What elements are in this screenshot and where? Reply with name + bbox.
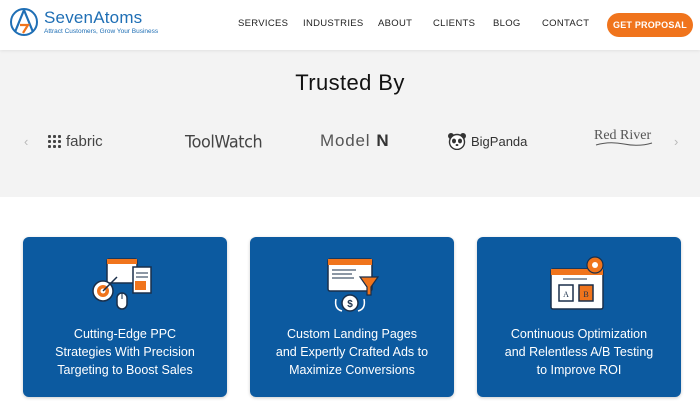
logo-name: SevenAtoms <box>44 7 143 27</box>
service-card-landing-pages-text: Custom Landing Pages and Expertly Crafte… <box>275 327 429 377</box>
logo[interactable]: SevenAtoms Attract Customers, Grow Your … <box>8 6 158 38</box>
trusted-by-title: Trusted By <box>295 70 405 95</box>
nav-clients[interactable]: CLIENTS <box>433 18 475 29</box>
bigpanda-label: BigPanda <box>471 133 528 149</box>
get-proposal-button[interactable]: GET PROPOSAL <box>607 13 693 37</box>
client-logo-red-river: Red River <box>594 128 654 154</box>
client-logo-fabric: fabric <box>48 128 103 154</box>
service-card-landing-pages[interactable]: $ Custom Landing Pages and Expertly Craf… <box>250 237 454 397</box>
panda-icon <box>448 133 466 150</box>
model-n-label: N <box>376 131 390 150</box>
service-card-ab-testing[interactable]: A B Continuous Optimization and Relentle… <box>477 237 681 397</box>
nav-industries[interactable]: INDUSTRIES <box>303 18 364 29</box>
nav-about[interactable]: ABOUT <box>378 18 412 29</box>
client-logo-toolwatch: ToolWatch <box>185 127 263 154</box>
nav-blog[interactable]: BLOG <box>493 18 521 29</box>
client-logo-model-n: Model N <box>320 128 389 154</box>
model-label: Model <box>320 131 371 150</box>
seven-atoms-logo-icon <box>10 8 38 36</box>
landing-page-funnel-icon: $ <box>327 258 380 312</box>
ab-testing-gear-icon: A B <box>550 256 604 310</box>
fabric-dots-icon <box>48 134 61 148</box>
river-wave-icon <box>595 142 653 146</box>
ppc-target-icon <box>92 258 152 310</box>
chevron-left-icon[interactable]: ‹ <box>24 134 28 149</box>
service-card-ppc[interactable]: Cutting-Edge PPC Strategies With Precisi… <box>23 237 227 397</box>
service-card-ab-testing-text: Continuous Optimization and Relentless A… <box>504 327 654 377</box>
nav-contact[interactable]: CONTACT <box>542 18 589 29</box>
nav-services[interactable]: SERVICES <box>238 18 288 29</box>
chevron-right-icon[interactable]: › <box>674 134 678 149</box>
fabric-label: fabric <box>66 132 103 150</box>
client-logo-bigpanda: BigPanda <box>447 128 527 154</box>
service-card-ppc-text: Cutting-Edge PPC Strategies With Precisi… <box>55 327 195 377</box>
toolwatch-label: ToolWatch <box>185 131 263 151</box>
svg-text:$: $ <box>347 299 353 310</box>
logo-tagline: Attract Customers, Grow Your Business <box>44 27 159 35</box>
site-header: SevenAtoms Attract Customers, Grow Your … <box>0 0 700 50</box>
svg-text:B: B <box>583 290 588 299</box>
svg-text:A: A <box>563 290 569 299</box>
